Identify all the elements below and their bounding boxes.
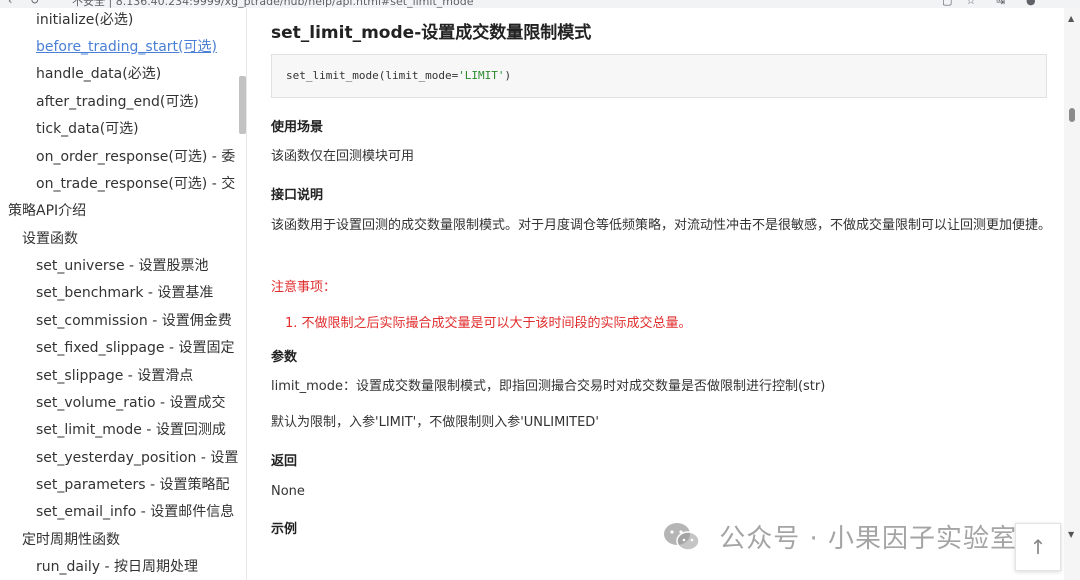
note-item: 1. 不做限制之后实际撮合成交量是可以大于该时间段的实际成交总量。 — [285, 316, 692, 331]
sidebar-item-periodic-functions[interactable]: 定时周期性函数 — [22, 531, 120, 549]
back-to-top-button[interactable]: ↑ — [1015, 523, 1061, 571]
sidebar-item-set-yesterday-position[interactable]: set_yesterday_position - 设置 — [36, 449, 238, 467]
sidebar-item-strategy-api[interactable]: 策略API介绍 — [8, 202, 86, 220]
sidebar-item-on-order-response[interactable]: on_order_response(可选) - 委 — [36, 148, 235, 166]
sidebar-item-handle-data[interactable]: handle_data(必选) — [36, 65, 161, 83]
code-suffix: ) — [504, 69, 512, 82]
page-title: set_limit_mode-设置成交数量限制模式 — [271, 23, 592, 43]
back-icon[interactable]: ‹ — [8, 0, 12, 7]
avatar[interactable]: ● — [1026, 0, 1036, 7]
code-prefix: set_limit_mode(limit_mode= — [286, 69, 459, 82]
sidebar-item-setting-functions[interactable]: 设置函数 — [22, 230, 78, 248]
sidebar-item-set-volume-ratio[interactable]: set_volume_ratio - 设置成交 — [36, 394, 226, 412]
interface-heading: 接口说明 — [271, 188, 324, 203]
sidebar-item-initialize[interactable]: initialize(必选) — [36, 11, 133, 29]
params-heading: 参数 — [271, 350, 298, 365]
sidebar-item-set-commission[interactable]: set_commission - 设置佣金费 — [36, 312, 232, 330]
scroll-down-icon[interactable]: ▼ — [1068, 530, 1074, 539]
scrollbar-thumb[interactable] — [1069, 108, 1075, 122]
sidebar-item-set-limit-mode[interactable]: set_limit_mode - 设置回测成 — [36, 421, 226, 439]
sidebar-item-run-daily[interactable]: run_daily - 按日周期处理 — [36, 558, 198, 576]
sidebar-item-after-trading-end[interactable]: after_trading_end(可选) — [36, 93, 199, 111]
sidebar-item-set-fixed-slippage[interactable]: set_fixed_slippage - 设置固定 — [36, 339, 234, 357]
sidebar-item-set-benchmark[interactable]: set_benchmark - 设置基准 — [36, 284, 213, 302]
code-string: 'LIMIT' — [458, 69, 505, 82]
scroll-up-icon[interactable]: ▲ — [1068, 14, 1074, 23]
usage-heading: 使用场景 — [271, 120, 324, 135]
param-text: limit_mode：设置成交数量限制模式，即指回测撮合交易时对成交数量是否做限… — [271, 379, 826, 394]
reload-icon[interactable]: ↻ — [30, 0, 39, 7]
return-heading: 返回 — [271, 454, 298, 469]
sidebar-item-tick-data[interactable]: tick_data(可选) — [36, 120, 139, 138]
sidebar-item-set-parameters[interactable]: set_parameters - 设置策略配 — [36, 476, 230, 494]
page-icon[interactable]: ▢ — [942, 0, 952, 7]
doc-content: set_limit_mode-设置成交数量限制模式 set_limit_mode… — [253, 0, 1063, 580]
sidebar-item-set-slippage[interactable]: set_slippage - 设置滑点 — [36, 367, 193, 385]
arrow-up-icon: ↑ — [1029, 535, 1047, 559]
code-block: set_limit_mode(limit_mode='LIMIT') — [271, 54, 1047, 98]
star-icon[interactable]: ☆ — [966, 0, 976, 7]
sidebar-nav: initialize(必选) before_trading_start(可选) … — [0, 0, 247, 580]
wechat-icon — [664, 522, 700, 551]
usage-text: 该函数仅在回测模块可用 — [271, 149, 415, 164]
sidebar-item-before-trading-start[interactable]: before_trading_start(可选) — [36, 38, 217, 56]
extension-icon[interactable]: ↹ — [996, 0, 1005, 7]
sidebar-scrollbar[interactable] — [239, 76, 246, 134]
interface-text: 该函数用于设置回测的成交数量限制模式。对于月度调仓等低频策略，对流动性冲击不是很… — [271, 218, 1052, 233]
notes-heading: 注意事项： — [271, 280, 337, 295]
return-text: None — [271, 484, 305, 499]
default-text: 默认为限制，入参'LIMIT'，不做限制则入参'UNLIMITED' — [271, 415, 599, 430]
browser-toolbar: ‹ ↻ 不安全 | 8.136.40.234:9999/xg_ptrade/hu… — [0, 0, 1080, 8]
sidebar-item-on-trade-response[interactable]: on_trade_response(可选) - 交 — [36, 175, 235, 193]
watermark-text: 公众号 · 小果因子实验室 — [719, 524, 1018, 554]
watermark: 公众号 · 小果因子实验室 — [662, 518, 1017, 558]
example-heading: 示例 — [271, 522, 298, 537]
sidebar-item-set-universe[interactable]: set_universe - 设置股票池 — [36, 257, 209, 275]
address-bar[interactable]: 不安全 | 8.136.40.234:9999/xg_ptrade/hub/he… — [72, 0, 473, 8]
page-scrollbar[interactable]: ▲ ▼ — [1064, 0, 1080, 580]
sidebar-item-set-email-info[interactable]: set_email_info - 设置邮件信息 — [36, 503, 234, 521]
